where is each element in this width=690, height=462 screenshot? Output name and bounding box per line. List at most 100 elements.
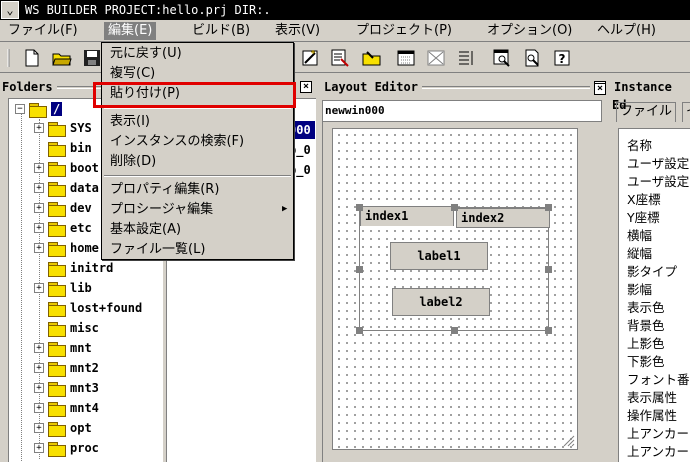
search-window-icon[interactable] [490,46,514,70]
menu-item-delete[interactable]: 削除(D) [110,153,156,171]
tree-item[interactable]: + home [34,238,99,258]
menu-item-edit-procedure[interactable]: プロシージャ編集 [110,201,213,219]
list-align-icon[interactable] [454,46,478,70]
close-icon[interactable]: × [300,81,312,93]
tree-item[interactable]: + SYS [34,118,92,138]
menu-option[interactable]: オプション(O) [483,22,576,40]
tab-file[interactable]: ファイル [616,102,677,122]
instance-editor-tabs: ファイル イ [612,100,690,124]
menu-edit[interactable]: 編集(E) [104,22,157,40]
preview-icon[interactable] [520,46,544,70]
tree-item[interactable]: + lib [34,278,92,298]
tree-item[interactable]: + mnt [34,338,92,358]
expand-icon[interactable]: + [34,223,44,233]
grid-window-icon[interactable] [394,46,418,70]
menu-file[interactable]: ファイル(F) [4,22,82,40]
expand-icon[interactable]: + [34,243,44,253]
menu-item-edit-properties[interactable]: プロパティ編集(R) [110,181,219,199]
expand-icon[interactable]: + [34,423,44,433]
tree-item[interactable]: + opt [34,418,92,438]
expand-icon[interactable]: + [34,163,44,173]
menu-help[interactable]: ヘルプ(H) [593,22,660,40]
tab-index2[interactable]: index2 [456,208,550,228]
tree-item[interactable]: + mnt2 [34,358,99,378]
property-item[interactable]: 上アンカー [627,441,689,459]
property-item[interactable]: 上アンカー [627,423,689,441]
property-item[interactable]: 表示色 [627,297,665,315]
tree-item[interactable]: initrd [34,258,113,278]
resize-handle[interactable] [451,327,458,334]
resize-handle[interactable] [545,266,552,273]
expand-icon[interactable]: + [34,123,44,133]
property-item[interactable]: 上影色 [627,333,665,351]
properties-icon[interactable] [328,46,352,70]
menu-item-undo[interactable]: 元に戻す(U) [110,45,182,63]
property-item[interactable]: 操作属性 [627,405,677,423]
property-item[interactable]: 背景色 [627,315,665,333]
property-list[interactable]: 名称 ユーザ設定 ユーザ設定 X座標 Y座標 横幅 縦幅 影タイプ 影幅 表示色 背景色 上影色 下影色… [618,128,690,462]
tab-index1[interactable]: index1 [360,206,454,226]
tree-item-label: boot [70,161,99,175]
layout-canvas[interactable]: index1 index2 label1 label2 [332,128,578,450]
resize-handle[interactable] [545,327,552,334]
property-item[interactable]: 横幅 [627,225,652,243]
property-item[interactable]: 影幅 [627,279,652,297]
property-item[interactable]: 縦幅 [627,243,652,261]
new-file-icon[interactable] [20,46,44,70]
resize-handle[interactable] [356,327,363,334]
expand-icon[interactable]: + [34,363,44,373]
tree-item[interactable]: + dev [34,198,92,218]
resize-handle[interactable] [451,204,458,211]
tab-instance[interactable]: イ [682,102,690,122]
menu-item-find-instance[interactable]: インスタンスの検索(F) [110,133,244,151]
menu-item-preferences[interactable]: 基本設定(A) [110,221,181,239]
menu-project[interactable]: プロジェクト(P) [352,22,456,40]
tree-item[interactable]: + mnt3 [34,378,99,398]
close-icon[interactable]: × [594,83,606,95]
property-item[interactable]: 名称 [627,135,652,153]
property-item[interactable]: 影タイプ [627,261,677,279]
property-item[interactable]: X座標 [627,189,661,207]
resize-grip-icon[interactable] [561,433,575,447]
resize-handle[interactable] [356,204,363,211]
property-item[interactable]: ユーザ設定 [627,153,689,171]
label1-widget[interactable]: label1 [390,242,488,270]
expand-icon[interactable]: + [34,203,44,213]
property-item[interactable]: Y座標 [627,207,660,225]
tree-item-label: mnt [70,341,92,355]
tree-item[interactable]: lost+found [34,298,142,318]
expand-icon[interactable]: + [34,283,44,293]
resize-handle[interactable] [545,204,552,211]
property-item[interactable]: フォント番 [627,369,690,387]
help-icon[interactable]: ? [550,46,574,70]
property-item[interactable]: ユーザ設定 [627,171,689,189]
tree-item[interactable]: misc [34,318,99,338]
tree-item-label: opt [70,421,92,435]
tree-item[interactable]: + etc [34,218,92,238]
move-folder-icon[interactable] [360,46,384,70]
tree-item[interactable]: + mnt4 [34,398,99,418]
tree-item[interactable]: + data [34,178,99,198]
label2-widget[interactable]: label2 [392,288,490,316]
open-folder-icon[interactable] [50,46,74,70]
expand-icon[interactable]: + [34,443,44,453]
menu-item-file-list[interactable]: ファイル一覧(L) [110,241,205,259]
expand-icon[interactable]: + [34,403,44,413]
delete-window-icon[interactable] [424,46,448,70]
property-item[interactable]: 下影色 [627,351,665,369]
expand-icon[interactable]: + [34,383,44,393]
property-item[interactable]: 表示属性 [627,387,677,405]
wand-icon[interactable] [298,46,322,70]
menu-view[interactable]: 表示(V) [271,22,324,40]
expand-icon[interactable]: + [34,183,44,193]
system-menu-button[interactable]: ⌄ [1,1,19,19]
menu-item-show[interactable]: 表示(I) [110,113,150,131]
resize-handle[interactable] [356,266,363,273]
tree-item[interactable]: + proc [34,438,99,458]
menu-build[interactable]: ビルド(B) [188,22,254,40]
tree-item[interactable]: + boot [34,158,99,178]
expand-icon[interactable]: + [34,343,44,353]
tree-item[interactable]: bin [34,138,92,158]
tab-control[interactable]: index1 index2 label1 label2 [356,204,552,334]
menu-item-copy[interactable]: 複写(C) [110,65,155,83]
